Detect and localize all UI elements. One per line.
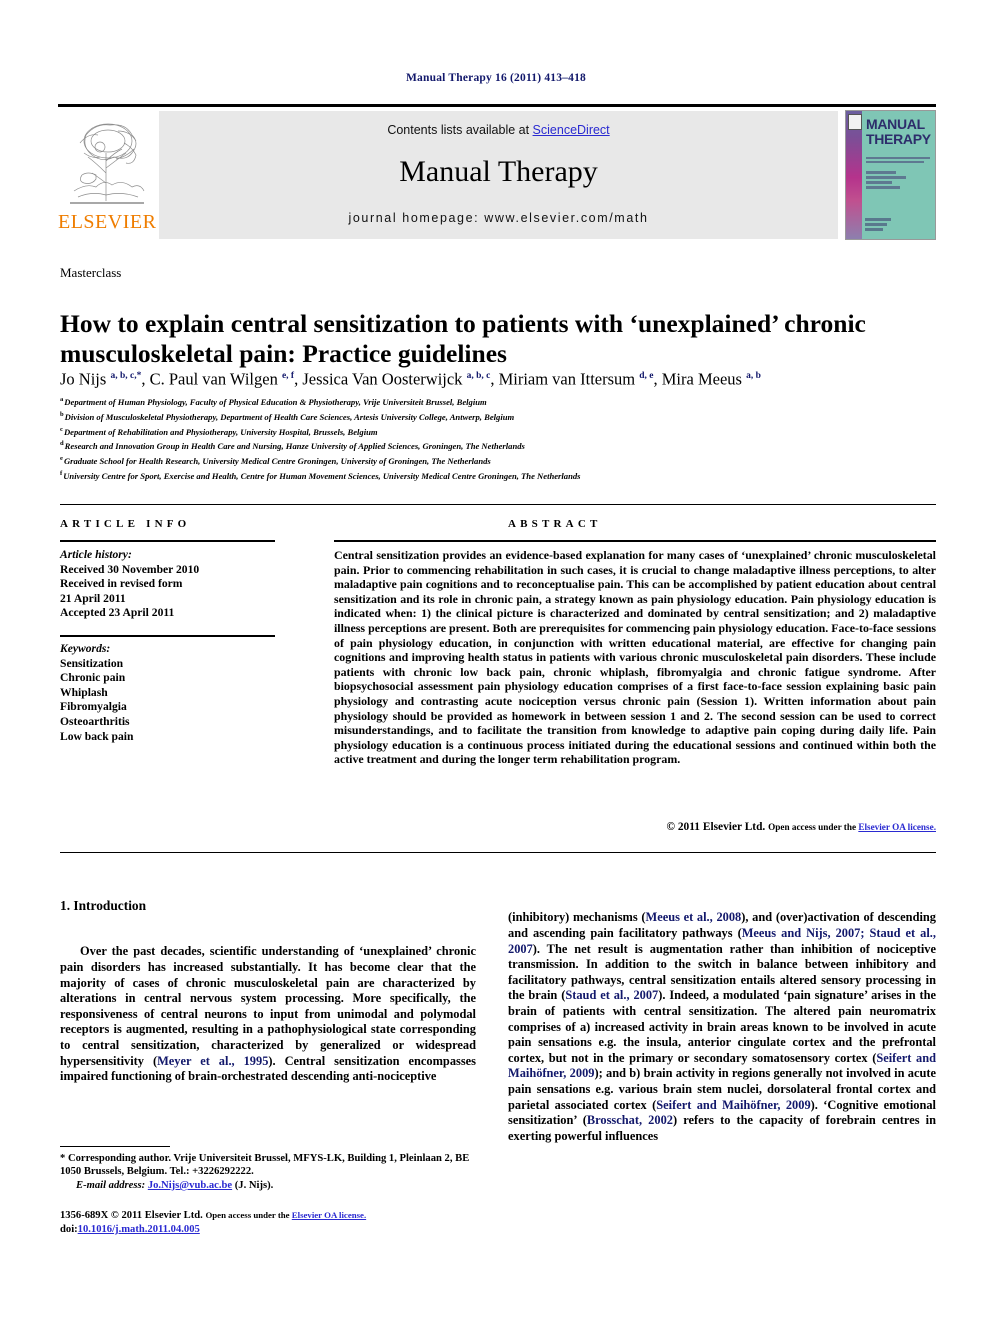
keyword-item: Fibromyalgia (60, 700, 127, 714)
keyword-item: Osteoarthritis (60, 714, 130, 728)
body-column-right: (inhibitory) mechanisms (Meeus et al., 2… (508, 910, 937, 1143)
section-heading-introduction: 1. Introduction (60, 898, 147, 913)
imprint-license-link[interactable]: Elsevier OA license. (292, 1210, 366, 1220)
issn-copyright: 1356-689X © 2011 Elsevier Ltd. (60, 1210, 206, 1221)
affiliation-item: cDepartment of Rehabilitation and Physio… (60, 425, 378, 437)
affiliation-list: aDepartment of Human Physiology, Faculty… (60, 394, 940, 483)
running-head: Manual Therapy 16 (2011) 413–418 (406, 72, 586, 84)
open-access-text: Open access under the (768, 822, 859, 832)
email-label: E-mail address: (76, 1179, 146, 1191)
keywords-label: Keywords: (60, 642, 111, 655)
imprint-open-access: Open access under the (205, 1210, 292, 1220)
article-history-item: Received 30 November 2010 (60, 562, 200, 576)
elsevier-logo: ELSEVIER (58, 111, 157, 239)
footnote-divider (60, 1146, 170, 1147)
issn-line: 1356-689X © 2011 Elsevier Ltd. Open acce… (60, 1208, 490, 1223)
email-link[interactable]: Jo.Nijs@vub.ac.be (148, 1180, 232, 1191)
cover-badge-icon (848, 114, 862, 130)
contents-line: Contents lists available at ScienceDirec… (159, 123, 838, 137)
journal-homepage[interactable]: journal homepage: www.elsevier.com/math (159, 211, 838, 225)
cover-content-lines (866, 171, 926, 191)
body-column-left: Over the past decades, scientific unders… (60, 944, 476, 1084)
paper-page: Manual Therapy 16 (2011) 413–418 ELSEVIE… (0, 0, 992, 1323)
divider-top (60, 504, 936, 505)
elsevier-oa-license-link[interactable]: Elsevier OA license. (858, 822, 936, 832)
keyword-item: Sensitization (60, 656, 124, 670)
affiliation-item: dResearch and Innovation Group in Health… (60, 440, 525, 452)
corresponding-author-text: * Corresponding author. Vrije Universite… (60, 1153, 470, 1178)
divider-abstract-1 (334, 540, 936, 542)
article-history: Article history: Received 30 November 20… (60, 548, 275, 621)
affiliation-item: bDivision of Musculoskeletal Physiothera… (60, 410, 515, 422)
cover-title-line1: MANUAL (866, 116, 925, 132)
doi-link[interactable]: 10.1016/j.math.2011.04.005 (78, 1224, 200, 1235)
abstract-copyright: © 2011 Elsevier Ltd. Open access under t… (334, 821, 936, 833)
cover-stripe (846, 111, 862, 239)
email-line: E-mail address: Jo.Nijs@vub.ac.be (J. Ni… (60, 1179, 480, 1192)
affiliation-item: fUniversity Centre for Sport, Exercise a… (60, 469, 581, 481)
abstract-heading: ABSTRACT (508, 518, 602, 530)
article-history-item: 21 April 2011 (60, 591, 126, 605)
journal-masthead: ELSEVIER Contents lists available at Sci… (58, 104, 936, 240)
keywords-block: Keywords: Sensitization Chronic pain Whipl… (60, 642, 275, 744)
abstract-text: Central sensitization provides an eviden… (334, 548, 936, 767)
cover-footer-lines (865, 218, 895, 233)
affiliation-item: eGraduate School for Health Research, Un… (60, 455, 491, 466)
sciencedirect-link[interactable]: ScienceDirect (533, 123, 610, 137)
journal-title: Manual Therapy (399, 155, 598, 188)
copyright-text: © 2011 Elsevier Ltd. (666, 821, 766, 833)
keywords-items: Sensitization Chronic pain Whiplash Fibromy… (60, 657, 275, 745)
author-list: Jo Nijs a, b, c,*, C. Paul van Wilgen e,… (60, 369, 761, 389)
cover-subtitle-lines (866, 157, 932, 166)
imprint-block: 1356-689X © 2011 Elsevier Ltd. Open acce… (60, 1208, 490, 1237)
cover-title: MANUAL THERAPY (866, 117, 934, 147)
article-info-heading: ARTICLE INFO (60, 518, 191, 530)
contents-prefix: Contents lists available at (387, 123, 533, 137)
divider-bottom (60, 852, 936, 853)
keyword-item: Low back pain (60, 729, 134, 743)
elsevier-tree-icon (66, 113, 148, 205)
article-history-items: Received 30 November 2010 Received in rev… (60, 563, 275, 621)
elsevier-wordmark: ELSEVIER (58, 211, 157, 233)
keyword-item: Chronic pain (60, 671, 126, 685)
tree-svg (70, 123, 145, 204)
email-owner: (J. Nijs). (234, 1179, 274, 1191)
journal-cover-thumbnail: MANUAL THERAPY (845, 110, 936, 240)
keyword-item: Whiplash (60, 685, 108, 699)
divider-info-2 (60, 635, 275, 637)
article-type-label: Masterclass (60, 265, 122, 280)
page-title: How to explain central sensitization to … (60, 309, 866, 369)
article-history-item: Received in revised form (60, 577, 183, 591)
divider-info-1 (60, 540, 275, 542)
journal-banner: Contents lists available at ScienceDirec… (159, 111, 838, 239)
doi-line: doi:10.1016/j.math.2011.04.005 (60, 1224, 200, 1235)
article-history-item: Accepted 23 April 2011 (60, 606, 175, 620)
corresponding-author-footnote: * Corresponding author. Vrije Universite… (60, 1152, 480, 1192)
article-history-label: Article history: (60, 548, 132, 561)
affiliation-item: aDepartment of Human Physiology, Faculty… (60, 396, 487, 407)
cover-title-line2: THERAPY (866, 131, 931, 147)
